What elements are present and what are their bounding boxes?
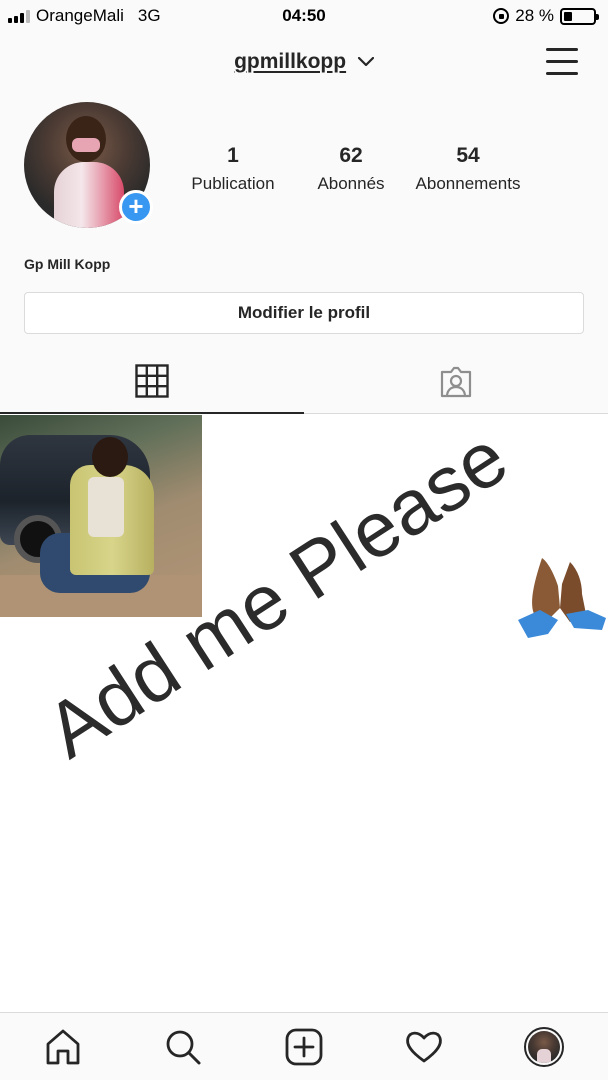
username[interactable]: gpmillkopp — [234, 50, 346, 73]
tagged-icon — [440, 366, 472, 398]
stat-following[interactable]: 54 Abonnements — [410, 144, 526, 194]
plus-icon[interactable]: + — [119, 190, 153, 224]
display-name: Gp Mill Kopp — [24, 256, 111, 272]
stat-following-value: 54 — [456, 144, 480, 167]
battery-percent: 28 % — [515, 6, 554, 25]
add-post-icon[interactable] — [284, 1027, 324, 1067]
account-switcher[interactable]: gpmillkopp — [0, 50, 608, 74]
menu-icon[interactable] — [546, 48, 578, 76]
stat-posts-value: 1 — [227, 144, 239, 167]
stat-posts-label: Publication — [191, 174, 275, 193]
status-bar: OrangeMali 3G 04:50 28 % — [0, 0, 608, 32]
search-icon[interactable] — [163, 1027, 203, 1067]
edit-profile-button[interactable]: Modifier le profil — [24, 292, 584, 334]
stat-followers-label: Abonnés — [317, 174, 385, 193]
chevron-down-icon[interactable] — [357, 57, 374, 67]
heart-icon[interactable] — [404, 1027, 444, 1067]
stat-followers-value: 62 — [339, 144, 363, 167]
carrier-name: OrangeMali — [36, 6, 124, 25]
stat-followers[interactable]: 62 Abonnés — [300, 144, 402, 194]
home-icon[interactable] — [43, 1027, 83, 1067]
profile-tabs — [0, 350, 608, 414]
post-thumbnail[interactable] — [0, 415, 202, 617]
status-right: 28 % — [493, 6, 599, 26]
rotation-lock-icon — [493, 8, 510, 24]
stat-following-label: Abonnements — [415, 174, 521, 193]
grid-icon — [135, 364, 169, 398]
profile-header: gpmillkopp — [0, 32, 608, 94]
network-type: 3G — [137, 6, 161, 25]
tab-tagged[interactable] — [304, 350, 608, 414]
stat-posts[interactable]: 1 Publication — [174, 144, 292, 194]
battery-icon — [560, 7, 599, 25]
signal-icon — [8, 9, 30, 23]
profile-section: + 1 Publication 62 Abonnés 54 Abonnement… — [0, 94, 608, 350]
folded-hands-icon — [518, 558, 606, 638]
profile-avatar[interactable] — [524, 1027, 564, 1067]
bottom-nav — [0, 1012, 608, 1080]
tab-grid[interactable] — [0, 350, 304, 414]
status-left: OrangeMali 3G — [8, 6, 161, 26]
